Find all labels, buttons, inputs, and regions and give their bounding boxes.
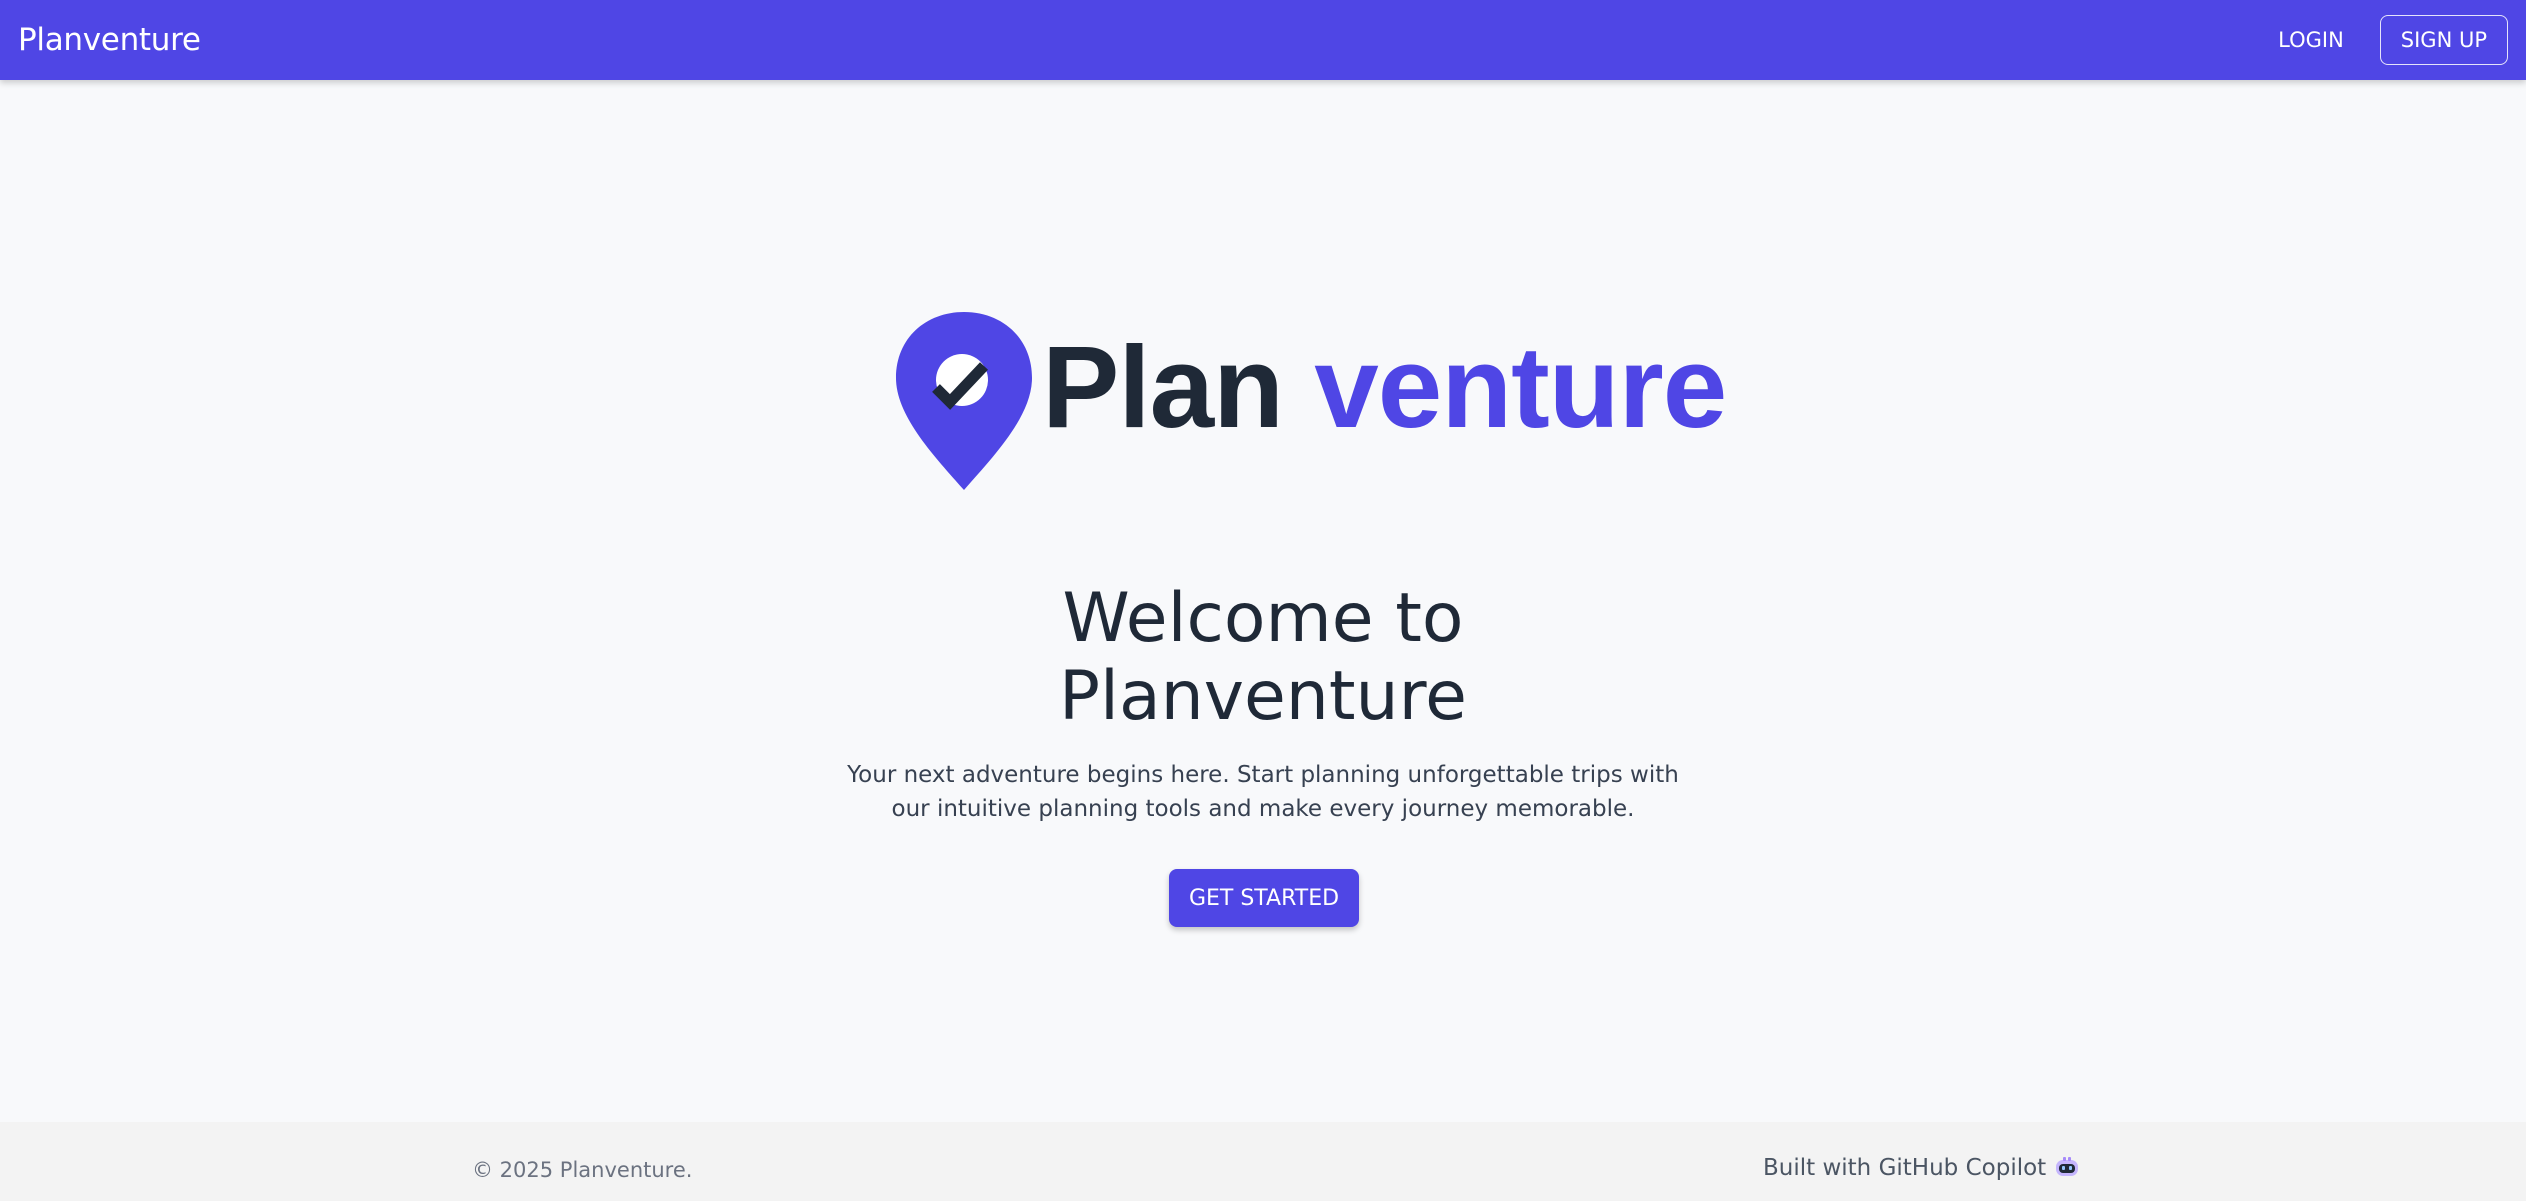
hero-subtitle-line2: our intuitive planning tools and make ev… [891,796,1635,822]
hero-title: Welcome to Planventure [0,580,2526,736]
signup-button[interactable]: SIGN UP [2379,15,2508,65]
get-started-button[interactable]: GET STARTED [1169,869,1359,927]
built-with-text: Built with GitHub Copilot [1763,1155,2047,1181]
hero-section: Plan venture Welcome to Planventure Your… [0,80,2526,1122]
copilot-icon [2056,1157,2079,1176]
hero-subtitle-line1: Your next adventure begins here. Start p… [847,762,1679,788]
planventure-logo: Plan venture [894,308,1727,508]
logo-word-plan: Plan [1042,322,1284,452]
login-button[interactable]: LOGIN [2278,28,2344,52]
hero-subtitle: Your next adventure begins here. Start p… [0,758,2526,826]
copyright-text: © 2025 Planventure. [472,1158,693,1182]
logo-wordmark: Plan venture [1042,312,1727,462]
hero-title-line2: Planventure [1059,657,1467,736]
top-navbar: Planventure LOGIN SIGN UP [0,0,2526,80]
logo-word-venture: venture [1314,322,1727,452]
nav-actions: LOGIN SIGN UP [2278,15,2508,65]
page-footer: © 2025 Planventure. Built with GitHub Co… [0,1122,2526,1201]
map-pin-check-icon [896,312,1032,490]
hero-title-line1: Welcome to [1062,579,1464,658]
brand-link[interactable]: Planventure [18,22,201,58]
built-with-credit: Built with GitHub Copilot [1763,1155,2080,1181]
